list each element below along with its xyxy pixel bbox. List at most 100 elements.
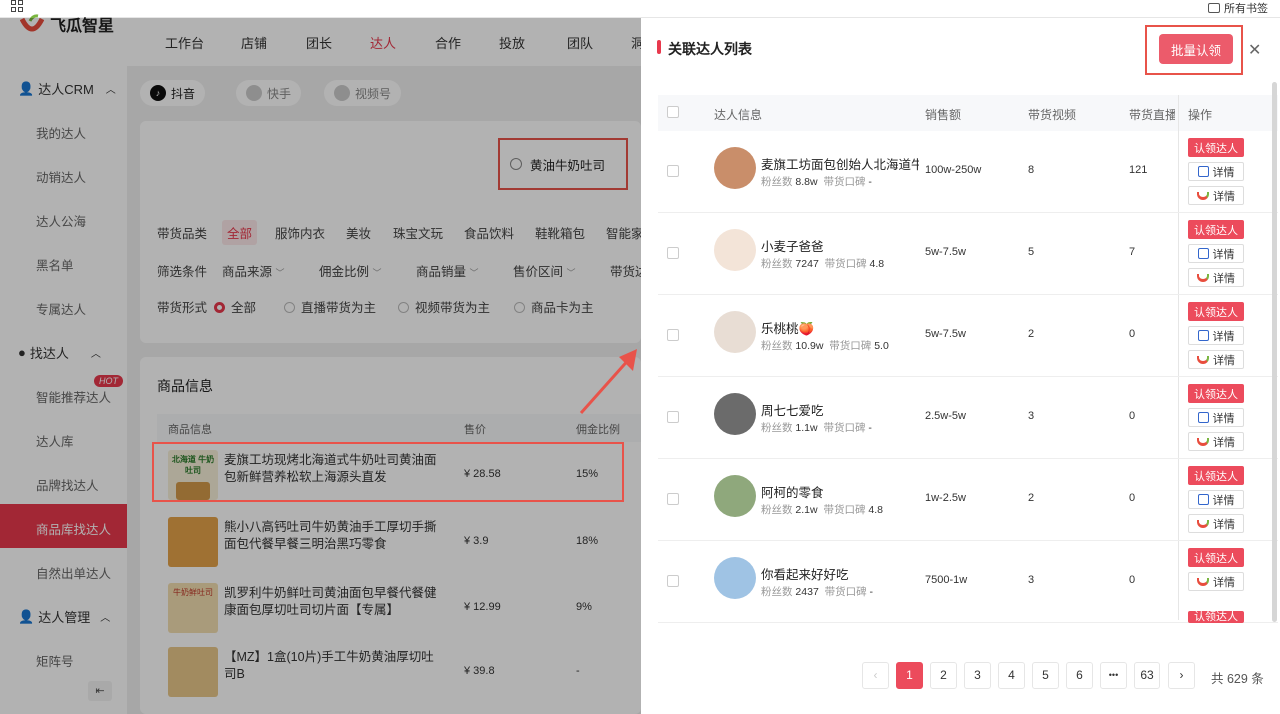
fans-count: 8.8w <box>795 176 818 188</box>
row-divider <box>658 212 1278 213</box>
page-2-button[interactable]: 2 <box>930 662 957 689</box>
drawer-title: 关联达人列表 <box>668 41 752 57</box>
detail-button-juliang[interactable]: 详情 <box>1188 490 1244 509</box>
claim-kol-button[interactable]: 认领达人 <box>1188 220 1244 239</box>
kol-name[interactable]: 麦旗工坊面包创始人北海道牛 <box>761 154 919 173</box>
title-accent-bar <box>657 40 661 54</box>
row-checkbox[interactable] <box>667 493 679 505</box>
page-4-button[interactable]: 4 <box>998 662 1025 689</box>
kol-meta: 粉丝数 10.9w 带货口碑 5.0 <box>761 338 889 353</box>
select-all-checkbox[interactable] <box>667 106 679 118</box>
drawer-scrollbar[interactable] <box>1272 82 1277 622</box>
kol-name[interactable]: 乐桃桃🍑 <box>761 318 919 337</box>
kol-sales: 5w-7.5w <box>925 246 966 258</box>
claim-kol-button-partial[interactable]: 认领达人 <box>1188 611 1244 623</box>
fans-label: 粉丝数 <box>761 422 793 434</box>
annotation-arrow-icon <box>579 349 637 414</box>
batch-claim-button[interactable]: 批量认领 <box>1159 34 1233 64</box>
kol-name[interactable]: 周七七爱吃 <box>761 400 919 419</box>
kol-name[interactable]: 阿柯的零食 <box>761 482 919 501</box>
feigua-icon <box>1197 437 1209 446</box>
detail-button-feigua[interactable]: 详情 <box>1188 432 1244 451</box>
row-divider <box>658 294 1278 295</box>
row-divider <box>658 540 1278 541</box>
fans-label: 粉丝数 <box>761 340 793 352</box>
claim-kol-button[interactable]: 认领达人 <box>1188 302 1244 321</box>
modal-backdrop[interactable] <box>0 18 641 714</box>
detail-button-feigua[interactable]: 详情 <box>1188 514 1244 533</box>
reputation-label: 带货口碑 <box>823 504 866 516</box>
fans-count: 7247 <box>795 258 819 270</box>
kol-meta: 粉丝数 8.8w 带货口碑 - <box>761 174 872 189</box>
close-icon[interactable]: ✕ <box>1248 40 1261 60</box>
kol-meta: 粉丝数 2437 带货口碑 - <box>761 584 873 599</box>
detail-button-feigua[interactable]: 详情 <box>1188 268 1244 287</box>
browser-bookmark-bar <box>0 0 1280 18</box>
kol-name[interactable]: 小麦子爸爸 <box>761 236 919 255</box>
page-ellipsis-button[interactable]: ••• <box>1100 662 1127 689</box>
feigua-icon <box>1197 355 1209 364</box>
fans-label: 粉丝数 <box>761 258 793 270</box>
reputation-score: - <box>868 422 872 434</box>
detail-button-juliang[interactable]: 详情 <box>1188 162 1244 181</box>
kol-live-count: 121 <box>1129 164 1148 176</box>
fans-count: 2437 <box>795 586 819 598</box>
reputation-score: - <box>868 176 872 188</box>
kol-live-count: 0 <box>1129 328 1136 340</box>
page-1-button[interactable]: 1 <box>896 662 923 689</box>
kol-video-count: 5 <box>1028 246 1035 258</box>
avatar[interactable] <box>714 393 756 435</box>
kol-sales: 100w-250w <box>925 164 982 176</box>
fans-count: 2.1w <box>795 504 818 516</box>
fans-label: 粉丝数 <box>761 586 793 598</box>
kol-sales: 1w-2.5w <box>925 492 966 504</box>
avatar[interactable] <box>714 229 756 271</box>
avatar[interactable] <box>714 147 756 189</box>
kol-name[interactable]: 你看起来好好吃 <box>761 564 919 583</box>
claim-kol-button[interactable]: 认领达人 <box>1188 384 1244 403</box>
row-checkbox[interactable] <box>667 165 679 177</box>
reputation-label: 带货口碑 <box>823 176 866 188</box>
apps-grid-icon[interactable] <box>11 0 23 12</box>
page-63-button[interactable]: 63 <box>1134 662 1160 689</box>
page-3-button[interactable]: 3 <box>964 662 991 689</box>
feigua-icon <box>1197 577 1209 586</box>
feigua-icon <box>1197 273 1209 282</box>
avatar[interactable] <box>714 311 756 353</box>
detail-button-feigua[interactable]: 详情 <box>1188 186 1244 205</box>
prev-page-button[interactable]: ‹ <box>862 662 889 689</box>
avatar[interactable] <box>714 557 756 599</box>
col-ops: 操作 <box>1188 108 1213 122</box>
page-6-button[interactable]: 6 <box>1066 662 1093 689</box>
detail-button-feigua[interactable]: 详情 <box>1188 572 1244 591</box>
claim-kol-button[interactable]: 认领达人 <box>1188 548 1244 567</box>
all-bookmarks-link[interactable]: 所有书签 <box>1208 0 1268 16</box>
next-page-button[interactable]: › <box>1168 662 1195 689</box>
reputation-label: 带货口碑 <box>824 586 867 598</box>
row-checkbox[interactable] <box>667 575 679 587</box>
row-checkbox[interactable] <box>667 411 679 423</box>
row-checkbox[interactable] <box>667 247 679 259</box>
claim-kol-button[interactable]: 认领达人 <box>1188 138 1244 157</box>
fans-count: 1.1w <box>795 422 818 434</box>
claim-kol-button[interactable]: 认领达人 <box>1188 466 1244 485</box>
col-sales: 销售额 <box>925 108 962 122</box>
pagination-total: 共 629 条 <box>1211 672 1264 686</box>
detail-button-feigua[interactable]: 详情 <box>1188 350 1244 369</box>
kol-live-count: 0 <box>1129 574 1136 586</box>
kol-video-count: 8 <box>1028 164 1035 176</box>
avatar[interactable] <box>714 475 756 517</box>
feigua-icon <box>1197 519 1209 528</box>
detail-button-juliang[interactable]: 详情 <box>1188 326 1244 345</box>
detail-button-juliang[interactable]: 详情 <box>1188 244 1244 263</box>
ops-column-divider <box>1178 95 1179 620</box>
juliang-icon <box>1197 330 1209 341</box>
row-checkbox[interactable] <box>667 329 679 341</box>
page-5-button[interactable]: 5 <box>1032 662 1059 689</box>
juliang-icon <box>1197 412 1209 423</box>
row-divider <box>658 622 1278 623</box>
kol-sales: 5w-7.5w <box>925 328 966 340</box>
reputation-label: 带货口碑 <box>824 258 867 270</box>
detail-button-juliang[interactable]: 详情 <box>1188 408 1244 427</box>
kol-live-count: 0 <box>1129 410 1136 422</box>
